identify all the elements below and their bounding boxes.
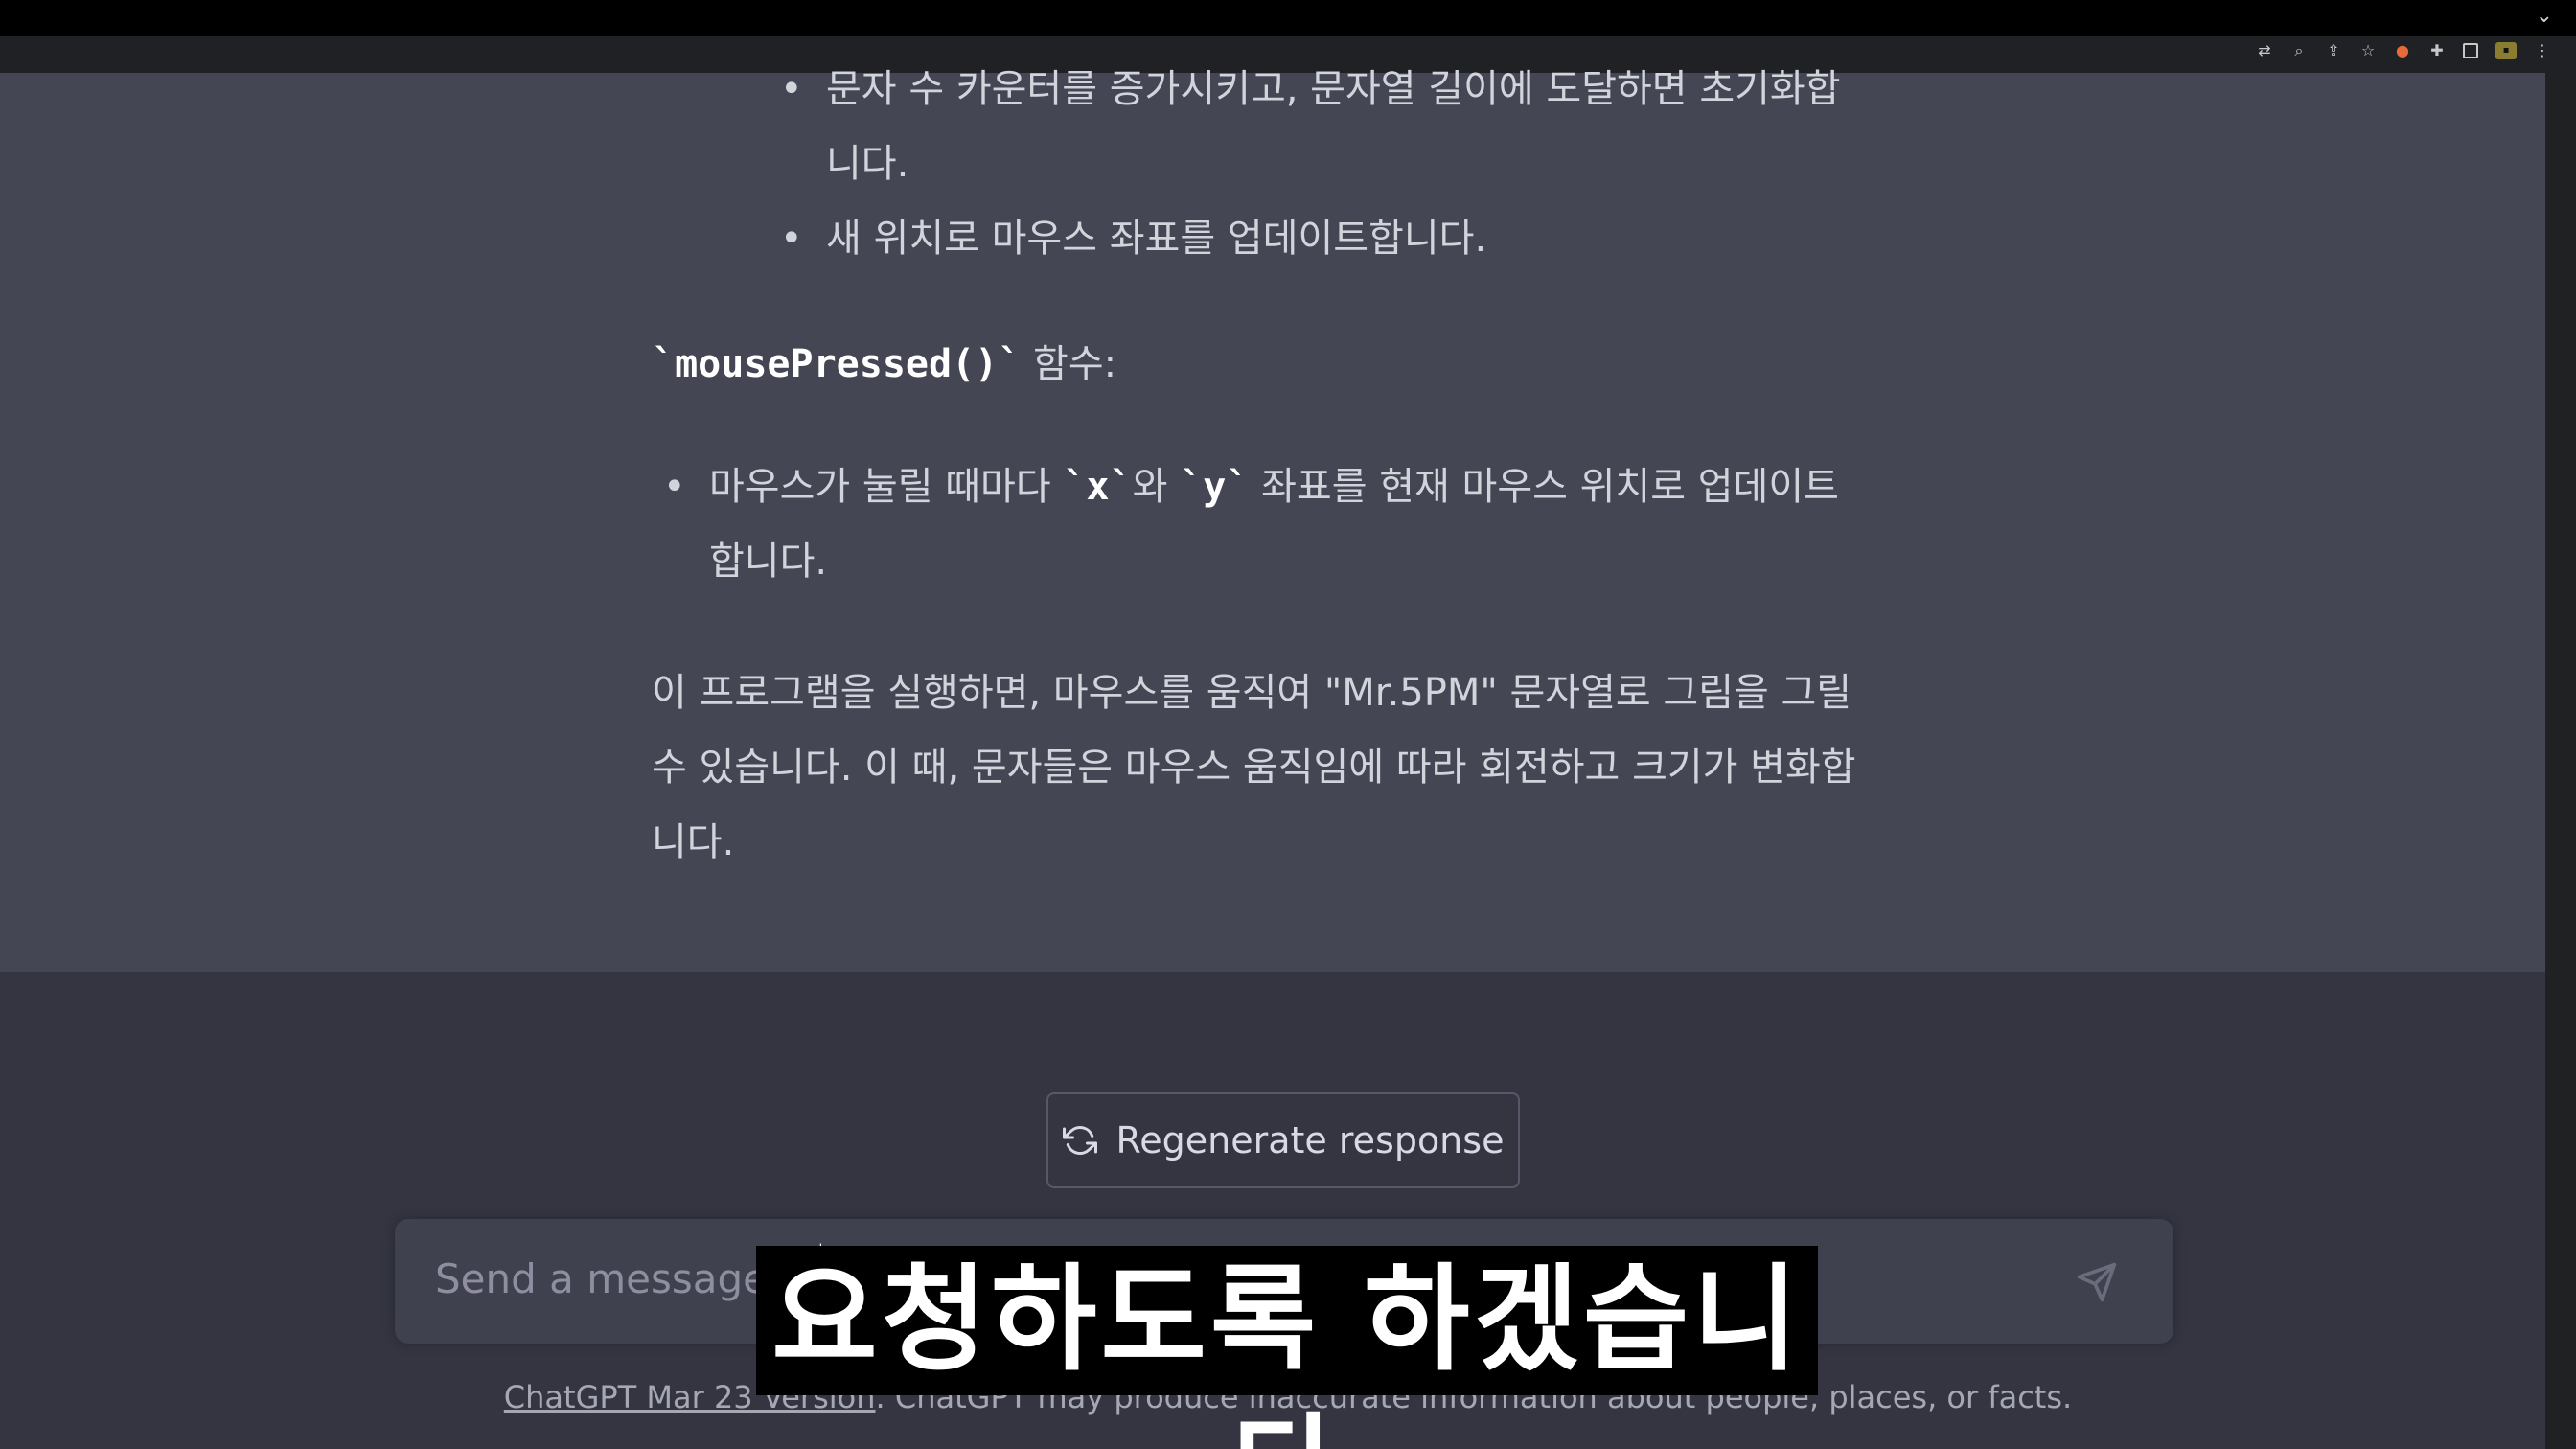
- chatgpt-screen: ⌄ ⇄ ⌕ ⇪ ☆ ● ✚ ▪ ⋮ 문자 수 카운터를 증가시키고, 문자열 길…: [0, 0, 2576, 1449]
- message-placeholder: Send a message.: [435, 1255, 781, 1302]
- bullet-list-draw: 문자 수 카운터를 증가시키고, 문자열 길이에 도달하면 초기화합니다. 새 …: [780, 52, 1861, 297]
- list-item: 마우스가 눌릴 때마다 `x`와 `y` 좌표를 현재 마우스 위치로 업데이트…: [663, 449, 1859, 599]
- regenerate-label: Regenerate response: [1116, 1119, 1505, 1162]
- regenerate-response-button[interactable]: Regenerate response: [1046, 1092, 1520, 1188]
- tab-search-chevron-icon[interactable]: ⌄: [2536, 4, 2553, 28]
- inline-code: `y`: [1180, 465, 1250, 509]
- send-icon[interactable]: [2076, 1261, 2118, 1303]
- list-item: 문자 수 카운터를 증가시키고, 문자열 길이에 도달하면 초기화합니다.: [780, 52, 1861, 201]
- assistant-message: 문자 수 카운터를 증가시키고, 문자열 길이에 도달하면 초기화합니다. 새 …: [0, 52, 2545, 972]
- heading-text: 함수:: [1021, 342, 1117, 386]
- inline-code: `x`: [1063, 465, 1133, 509]
- bookmark-star-icon[interactable]: ☆: [2359, 42, 2377, 59]
- profile-badge-icon[interactable]: ▪: [2496, 42, 2517, 59]
- summary-paragraph: 이 프로그램을 실행하면, 마우스를 움직여 "Mr.5PM" 문자열로 그림을…: [652, 671, 1856, 864]
- toolbar-icons: ⇄ ⌕ ⇪ ☆ ● ✚ ▪ ⋮: [2256, 42, 2551, 59]
- translate-icon[interactable]: ⇄: [2256, 42, 2273, 59]
- list-item: 새 위치로 마우스 좌표를 업데이트합니다.: [780, 201, 1861, 276]
- video-subtitle: 요청하도록 하겠습니다: [756, 1246, 1818, 1449]
- share-icon[interactable]: ⇪: [2325, 42, 2342, 59]
- puzzle-extensions-icon[interactable]: ✚: [2428, 42, 2446, 59]
- inline-code: `mousePressed()`: [652, 342, 1022, 386]
- extension-orange-icon[interactable]: ●: [2394, 42, 2411, 59]
- text-run: 와: [1132, 465, 1181, 509]
- sidepanel-icon[interactable]: [2463, 43, 2478, 58]
- scrollbar[interactable]: [2545, 73, 2576, 1449]
- menu-kebab-icon[interactable]: ⋮: [2534, 42, 2551, 59]
- text-run: 마우스가 눌릴 때마다: [709, 465, 1064, 509]
- bullet-list-mousepressed: 마우스가 눌릴 때마다 `x`와 `y` 좌표를 현재 마우스 위치로 업데이트…: [663, 449, 1859, 599]
- function-heading: `mousePressed()` 함수:: [652, 327, 1116, 402]
- zoom-icon[interactable]: ⌕: [2290, 42, 2308, 59]
- refresh-icon: [1062, 1126, 1097, 1155]
- browser-tab-strip: ⌄: [0, 0, 2576, 36]
